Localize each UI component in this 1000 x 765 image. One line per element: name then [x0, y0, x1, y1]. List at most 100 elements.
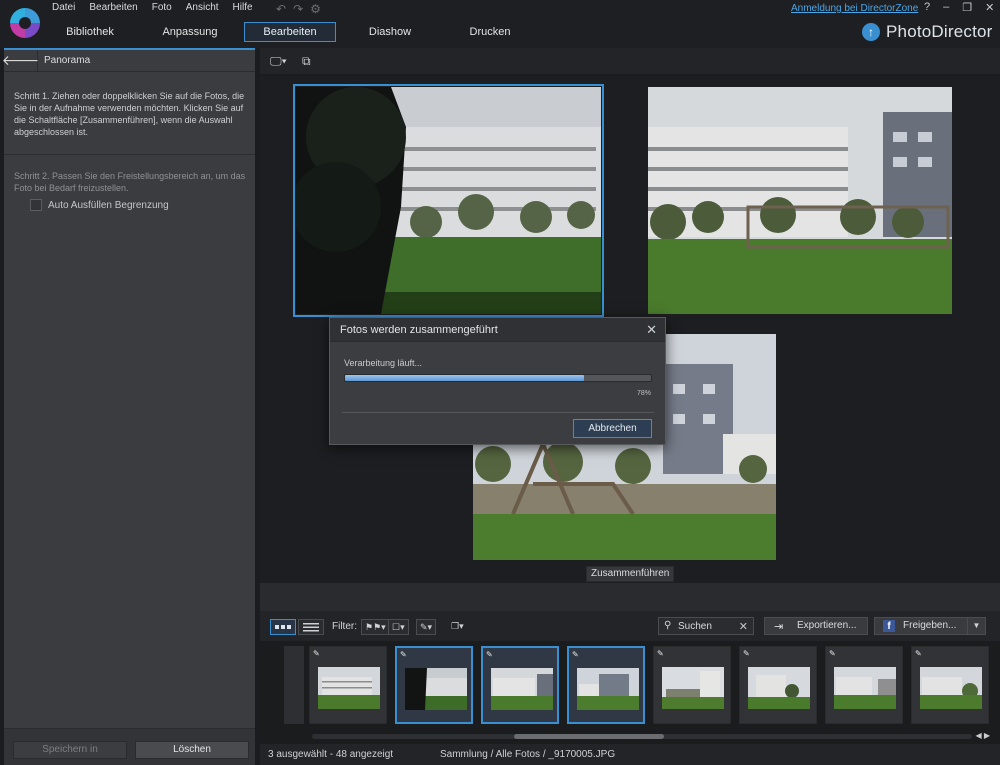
selection-count: 3 ausgewählt - 48 angezeigt [268, 749, 394, 760]
thumbnail-5[interactable]: ✎ [653, 646, 731, 724]
edit-filter-icon[interactable]: ✎▾ [416, 619, 437, 635]
directorzone-login-link[interactable]: Anmeldung bei DirectorZone [791, 3, 918, 14]
delete-button[interactable]: Löschen [135, 741, 249, 759]
dialog-close-icon[interactable]: ✕ [646, 322, 657, 338]
tab-bibliothek[interactable]: Bibliothek [42, 22, 138, 42]
thumbnail-7[interactable]: ✎ [825, 646, 903, 724]
progress-percent: 78% [636, 390, 651, 397]
edited-pin-icon: ✎ [572, 650, 579, 659]
export-button[interactable]: ⇥ Exportieren... [764, 617, 868, 635]
settings-gear-icon[interactable]: ⚙ [310, 2, 321, 16]
search-box[interactable]: ⚲ Suchen ✕ [658, 617, 754, 635]
edited-pin-icon: ✎ [486, 650, 493, 659]
thumbnail-6[interactable]: ✎ [739, 646, 817, 724]
menu-foto[interactable]: Foto [152, 2, 172, 16]
file-path: Sammlung / Alle Fotos / _9170005.JPG [440, 749, 616, 760]
edited-pin-icon: ✎ [657, 649, 664, 658]
filmstrip: ✎ ✎ ✎ ✎ ✎ ✎ ✎ ✎ [260, 641, 1000, 730]
progress-bar [344, 374, 652, 382]
save-to-button[interactable]: Speichern in [13, 741, 127, 759]
filmstrip-scrollbar[interactable]: ◀ ▶ [260, 730, 1000, 744]
view-toolbar: 🖵▾ ⧉ [260, 48, 1000, 74]
thumbnail-image [577, 668, 639, 710]
stage-footer [260, 583, 1000, 611]
undo-icon[interactable]: ↶ [276, 2, 286, 16]
step2-instructions: Schritt 2. Passen Sie den Freistellungsb… [14, 171, 246, 193]
brand: ↑ PhotoDirector [862, 22, 993, 42]
merge-progress-dialog: Fotos werden zusammengeführt ✕ Verarbeit… [329, 317, 666, 445]
thumbnail-1[interactable]: ✎ [309, 646, 387, 724]
cancel-button[interactable]: Abbrechen [573, 419, 652, 438]
flag-filter-icon[interactable]: ⚑⚑▾ [361, 619, 390, 635]
divider [4, 154, 255, 155]
thumbnail-image [834, 667, 896, 709]
tab-diashow[interactable]: Diashow [342, 22, 438, 42]
menu-bar: Datei Bearbeiten Foto Ansicht Hilfe [52, 2, 267, 16]
dialog-divider [342, 412, 654, 413]
thumbnail-3[interactable]: ✎ [481, 646, 559, 724]
export-icon: ⇥ [774, 621, 784, 633]
tab-anpassung[interactable]: Anpassung [142, 22, 238, 42]
combine-button[interactable]: Zusammenführen [586, 566, 675, 582]
filmstrip-view-button[interactable] [270, 619, 296, 635]
progress-fill [345, 375, 584, 381]
stage-photo-2[interactable] [648, 87, 952, 314]
thumbnail-2[interactable]: ✎ [395, 646, 473, 724]
menu-ansicht[interactable]: Ansicht [186, 2, 219, 16]
brand-name: PhotoDirector [886, 22, 993, 41]
thumbnail-8[interactable]: ✎ [911, 646, 989, 724]
menu-datei[interactable]: Datei [52, 2, 75, 16]
menu-hilfe[interactable]: Hilfe [233, 2, 253, 16]
edited-pin-icon: ✎ [313, 649, 320, 658]
redo-icon[interactable]: ↷ [293, 2, 303, 16]
auto-fill-boundary-option[interactable]: Auto Ausfüllen Begrenzung [30, 199, 169, 211]
display-mode-icon[interactable]: 🖵▾ [270, 54, 287, 69]
photodirector-logo-icon [10, 8, 40, 38]
close-icon[interactable]: ✕ [985, 1, 994, 14]
share-button[interactable]: f Freigeben... ▼ [874, 617, 986, 635]
share-label: Freigeben... [903, 620, 957, 631]
share-dropdown-icon[interactable]: ▼ [967, 618, 985, 634]
thumbnail-image [318, 667, 380, 709]
thumbnail-image [662, 667, 724, 709]
list-view-button[interactable] [298, 619, 324, 635]
scroll-thumb[interactable] [514, 734, 664, 739]
facebook-icon: f [883, 620, 895, 632]
panorama-panel: 🡐 Panorama Schritt 1. Ziehen oder doppel… [2, 48, 255, 765]
minimize-icon[interactable]: – [943, 1, 949, 14]
edited-pin-icon: ✎ [915, 649, 922, 658]
step1-instructions: Schritt 1. Ziehen oder doppelklicken Sie… [14, 91, 245, 137]
help-icon[interactable]: ? [924, 1, 930, 14]
filmstrip-toolbar: Filter: ⚑⚑▾ ☐▾ ✎▾ ❐▾ ⚲ Suchen ✕ ⇥ Export… [260, 611, 1000, 641]
thumbnail-image [748, 667, 810, 709]
scroll-arrows-icon[interactable]: ◀ ▶ [975, 731, 990, 740]
stack-filter-icon[interactable]: ❐▾ [448, 619, 467, 635]
status-bar: 3 ausgewählt - 48 angezeigt Sammlung / A… [260, 744, 1000, 765]
auto-fill-checkbox[interactable] [30, 199, 42, 211]
thumbnail-image [405, 668, 467, 710]
export-label: Exportieren... [797, 620, 857, 631]
thumbnail-4[interactable]: ✎ [567, 646, 645, 724]
compare-view-icon[interactable]: ⧉ [302, 54, 311, 69]
edited-pin-icon: ✎ [743, 649, 750, 658]
back-arrow-button[interactable]: 🡐 [2, 50, 39, 71]
upgrade-arrow-icon[interactable]: ↑ [862, 23, 880, 41]
panel-footer: Speichern in Löschen [4, 728, 255, 765]
auto-fill-label: Auto Ausfüllen Begrenzung [48, 199, 169, 211]
search-icon: ⚲ [664, 620, 672, 631]
partial-thumbnail[interactable] [284, 646, 304, 724]
menu-bearbeiten[interactable]: Bearbeiten [89, 2, 137, 16]
filter-label: Filter: [332, 621, 357, 632]
edited-pin-icon: ✎ [400, 650, 407, 659]
panel-title: Panorama [44, 55, 91, 66]
stage-photo-1[interactable] [293, 84, 604, 317]
processing-status: Verarbeitung läuft... [344, 358, 423, 368]
thumbnail-image [920, 667, 982, 709]
maximize-icon[interactable]: ❐ [962, 1, 972, 14]
tab-drucken[interactable]: Drucken [442, 22, 538, 42]
clear-search-icon[interactable]: ✕ [739, 620, 748, 633]
color-label-filter-icon[interactable]: ☐▾ [388, 619, 409, 635]
edited-pin-icon: ✎ [829, 649, 836, 658]
tab-bearbeiten[interactable]: Bearbeiten [244, 22, 336, 42]
search-input[interactable]: Suchen [678, 621, 712, 632]
